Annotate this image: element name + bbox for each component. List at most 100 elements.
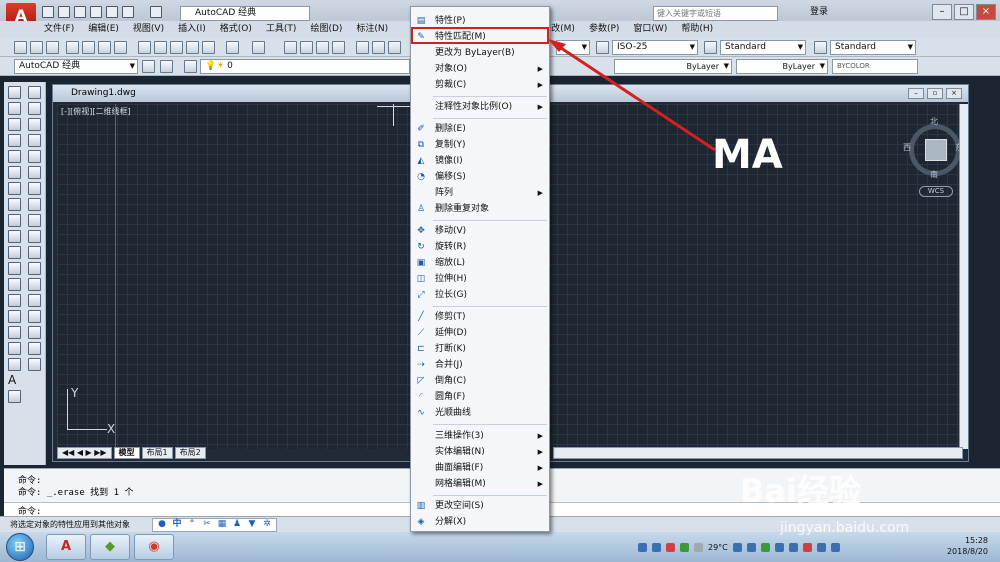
- network-icon[interactable]: [732, 542, 742, 552]
- menu-item-array[interactable]: 阵列 ▶: [411, 185, 549, 201]
- tab-layout1[interactable]: 布局1: [141, 447, 173, 459]
- viewport-controls-label[interactable]: [-][俯视][二维线框]: [61, 106, 131, 117]
- app-taskbar-icon[interactable]: ◆: [90, 534, 130, 560]
- maximize-button[interactable]: □: [954, 4, 974, 20]
- cut-icon[interactable]: [138, 41, 151, 54]
- menu-item-erase[interactable]: ✐ 删除(E): [411, 121, 549, 137]
- copy-tool-icon[interactable]: [28, 102, 41, 115]
- tool-palettes-icon[interactable]: [388, 41, 401, 54]
- zoom-window-icon[interactable]: [316, 41, 329, 54]
- erase-tool-icon[interactable]: [28, 86, 41, 99]
- rectangle-icon[interactable]: [8, 150, 21, 163]
- new-file-icon[interactable]: [42, 6, 54, 18]
- login-link[interactable]: 登录: [810, 6, 828, 19]
- menu-item-clip[interactable]: 剪裁(C) ▶: [411, 77, 549, 93]
- menu-item-object[interactable]: 对象(O) ▶: [411, 61, 549, 77]
- menu-item-mirror[interactable]: ◭ 镜像(I): [411, 153, 549, 169]
- ime-skin-icon[interactable]: ▼: [247, 519, 257, 529]
- drawn-line[interactable]: [115, 104, 116, 449]
- horizontal-scrollbar[interactable]: [553, 447, 963, 459]
- add-selected-icon[interactable]: [8, 390, 21, 403]
- tray-pen-icon[interactable]: [816, 542, 826, 552]
- tab-model[interactable]: 模型: [113, 447, 140, 459]
- close-button[interactable]: ×: [976, 4, 996, 20]
- dimstyle-select[interactable]: ISO-25 ▼: [612, 40, 698, 55]
- menu-item-copy[interactable]: ⧉ 复制(Y): [411, 137, 549, 153]
- menu-item-offset[interactable]: ◔ 偏移(S): [411, 169, 549, 185]
- volume-icon[interactable]: [830, 542, 840, 552]
- gradient-icon[interactable]: [8, 326, 21, 339]
- polyline-icon[interactable]: [8, 118, 21, 131]
- mleader-select[interactable]: ▼: [556, 40, 590, 55]
- tray-help-icon[interactable]: [652, 542, 661, 552]
- tray-input-icon[interactable]: [802, 542, 812, 552]
- layer-properties-icon[interactable]: [184, 60, 197, 73]
- point-icon[interactable]: [8, 294, 21, 307]
- ime-punct-icon[interactable]: °: [187, 519, 197, 529]
- menu-item-3d-operations[interactable]: 三维操作(3) ▶: [411, 428, 549, 444]
- workspace-toolbar-select[interactable]: AutoCAD 经典 ▼: [14, 59, 138, 74]
- circle-icon[interactable]: [8, 182, 21, 195]
- extend-tool-icon[interactable]: [28, 246, 41, 259]
- fillet-tool-icon[interactable]: [28, 326, 41, 339]
- menu-item-mesh-editing[interactable]: 网格编辑(M) ▶: [411, 476, 549, 492]
- menu-item-change-space[interactable]: ▥ 更改空间(S): [411, 498, 549, 514]
- tray-bird-icon[interactable]: [788, 542, 798, 552]
- menu-item-change-to-bylayer[interactable]: 更改为 ByLayer(B): [411, 45, 549, 61]
- menu-item-annotative-scale[interactable]: 注释性对象比例(O) ▶: [411, 99, 549, 115]
- chrome-taskbar-icon[interactable]: ◉: [134, 534, 174, 560]
- autocad-taskbar-icon[interactable]: A: [46, 534, 86, 560]
- tab-layout2[interactable]: 布局2: [174, 447, 206, 459]
- menu-draw[interactable]: 绘图(D): [310, 21, 342, 38]
- make-block-icon[interactable]: [8, 278, 21, 291]
- menu-item-scale[interactable]: ▣ 缩放(L): [411, 255, 549, 271]
- wcs-menu[interactable]: WCS: [919, 186, 953, 197]
- tray-app-icon[interactable]: [774, 542, 784, 552]
- tray-flag-icon[interactable]: [666, 542, 675, 552]
- save-toolbar-icon[interactable]: [46, 41, 59, 54]
- menu-item-chamfer[interactable]: ◸ 倒角(C): [411, 373, 549, 389]
- save-icon[interactable]: [74, 6, 86, 18]
- customize-icon[interactable]: [160, 60, 173, 73]
- ime-keyboard-icon[interactable]: ▦: [217, 519, 227, 529]
- menu-item-extend[interactable]: ⟋ 延伸(D): [411, 325, 549, 341]
- offset-tool-icon[interactable]: [28, 134, 41, 147]
- menu-item-overkill[interactable]: ♙ 删除重复对象: [411, 201, 549, 217]
- menu-tools[interactable]: 工具(T): [266, 21, 297, 38]
- move-tool-icon[interactable]: [28, 166, 41, 179]
- tab-nav-arrows[interactable]: ◀◀ ◀ ▶ ▶▶: [57, 447, 112, 459]
- array-tool-icon[interactable]: [28, 150, 41, 163]
- trim-tool-icon[interactable]: [28, 230, 41, 243]
- menu-help[interactable]: 帮助(H): [681, 21, 713, 38]
- tray-weather-icon[interactable]: [694, 542, 703, 552]
- menu-item-rotate[interactable]: ↻ 旋转(R): [411, 239, 549, 255]
- break-tool-icon[interactable]: [28, 278, 41, 291]
- linetype-select[interactable]: ByLayer ▼: [614, 59, 732, 74]
- revcloud-icon[interactable]: [8, 198, 21, 211]
- compass-north[interactable]: 北: [930, 116, 938, 127]
- chamfer-tool-icon[interactable]: [28, 310, 41, 323]
- vertical-scrollbar[interactable]: [959, 104, 968, 449]
- break-point-icon[interactable]: [28, 262, 41, 275]
- ellipse-arc-icon[interactable]: [8, 246, 21, 259]
- print-icon[interactable]: [106, 6, 118, 18]
- compass-west[interactable]: 西: [903, 142, 911, 153]
- redo-toolbar-icon[interactable]: [252, 41, 265, 54]
- drawing-restore-button[interactable]: ▫: [927, 88, 943, 99]
- ellipse-icon[interactable]: [8, 230, 21, 243]
- menu-item-fillet[interactable]: ◜ 圆角(F): [411, 389, 549, 405]
- stretch-tool-icon[interactable]: [28, 214, 41, 227]
- line-icon[interactable]: [8, 86, 21, 99]
- ime-logo-icon[interactable]: ●: [157, 519, 167, 529]
- textstyle-select[interactable]: Standard ▼: [720, 40, 806, 55]
- menu-item-join[interactable]: ⇢ 合并(J): [411, 357, 549, 373]
- save-as-icon[interactable]: [90, 6, 102, 18]
- menu-dimension[interactable]: 标注(N): [356, 21, 388, 38]
- explode-tool-icon[interactable]: [28, 358, 41, 371]
- design-center-icon[interactable]: [372, 41, 385, 54]
- menu-item-solid-editing[interactable]: 实体编辑(N) ▶: [411, 444, 549, 460]
- zoom-realtime-icon[interactable]: [300, 41, 313, 54]
- pan-icon[interactable]: [284, 41, 297, 54]
- menu-format[interactable]: 格式(O): [220, 21, 252, 38]
- properties-toolbar-icon[interactable]: [356, 41, 369, 54]
